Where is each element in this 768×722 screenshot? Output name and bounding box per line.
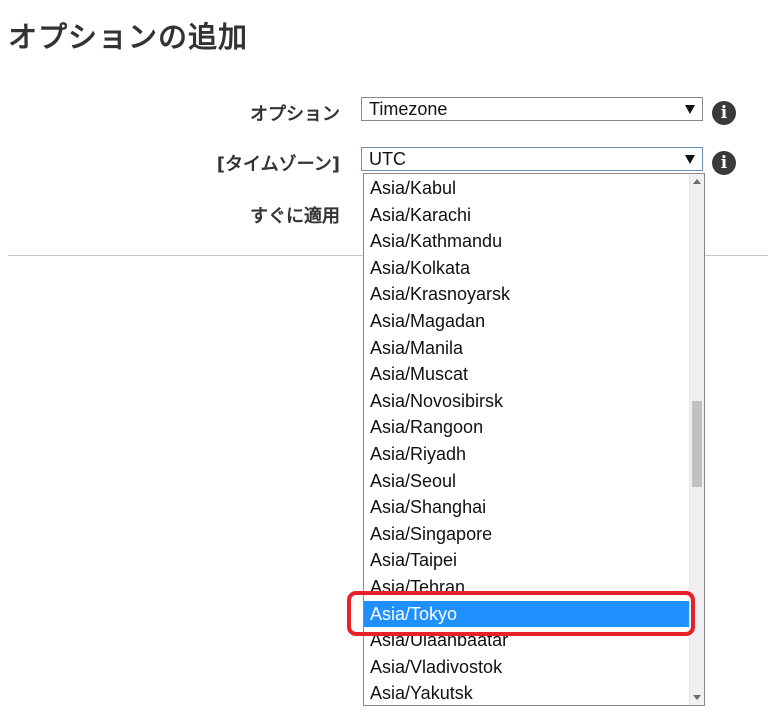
dropdown-option[interactable]: Asia/Riyadh xyxy=(364,441,690,467)
page-title: オプションの追加 xyxy=(8,20,249,54)
option-select[interactable]: Timezone xyxy=(361,97,703,121)
scrollbar-thumb[interactable] xyxy=(692,401,702,487)
dropdown-option[interactable]: Asia/Kathmandu xyxy=(364,228,690,254)
dropdown-option[interactable]: Asia/Taipei xyxy=(364,547,690,573)
dropdown-option[interactable]: Asia/Magadan xyxy=(364,308,690,334)
dropdown-arrow-icon xyxy=(685,105,695,114)
scroll-down-icon[interactable] xyxy=(693,695,701,700)
highlight-frame xyxy=(347,591,695,636)
scroll-up-icon[interactable] xyxy=(693,179,701,184)
dropdown-option[interactable]: Asia/Manila xyxy=(364,335,690,361)
dropdown-option[interactable]: Asia/Shanghai xyxy=(364,494,690,520)
dropdown-arrow-icon xyxy=(685,155,695,164)
timezone-select-value: UTC xyxy=(369,149,406,169)
info-icon[interactable]: i xyxy=(712,151,736,175)
dropdown-option[interactable]: Asia/Krasnoyarsk xyxy=(364,281,690,307)
apply-immediately-label: すぐに適用 xyxy=(250,206,340,227)
dropdown-option[interactable]: Asia/Novosibirsk xyxy=(364,388,690,414)
dropdown-option[interactable]: Asia/Muscat xyxy=(364,361,690,387)
dropdown-option[interactable]: Asia/Kabul xyxy=(364,175,690,201)
dropdown-option[interactable]: Asia/Singapore xyxy=(364,521,690,547)
timezone-label: [タイムゾーン] xyxy=(216,154,340,175)
dropdown-option[interactable]: Asia/Vladivostok xyxy=(364,654,690,680)
dropdown-option[interactable]: Asia/Seoul xyxy=(364,468,690,494)
timezone-select[interactable]: UTC xyxy=(361,147,703,171)
dropdown-option[interactable]: Asia/Karachi xyxy=(364,202,690,228)
dropdown-option[interactable]: Asia/Kolkata xyxy=(364,255,690,281)
dropdown-option[interactable]: Asia/Rangoon xyxy=(364,414,690,440)
option-label: オプション xyxy=(250,104,340,125)
info-icon[interactable]: i xyxy=(712,101,736,125)
dropdown-option[interactable]: Asia/Yakutsk xyxy=(364,680,690,705)
option-select-value: Timezone xyxy=(369,99,448,119)
